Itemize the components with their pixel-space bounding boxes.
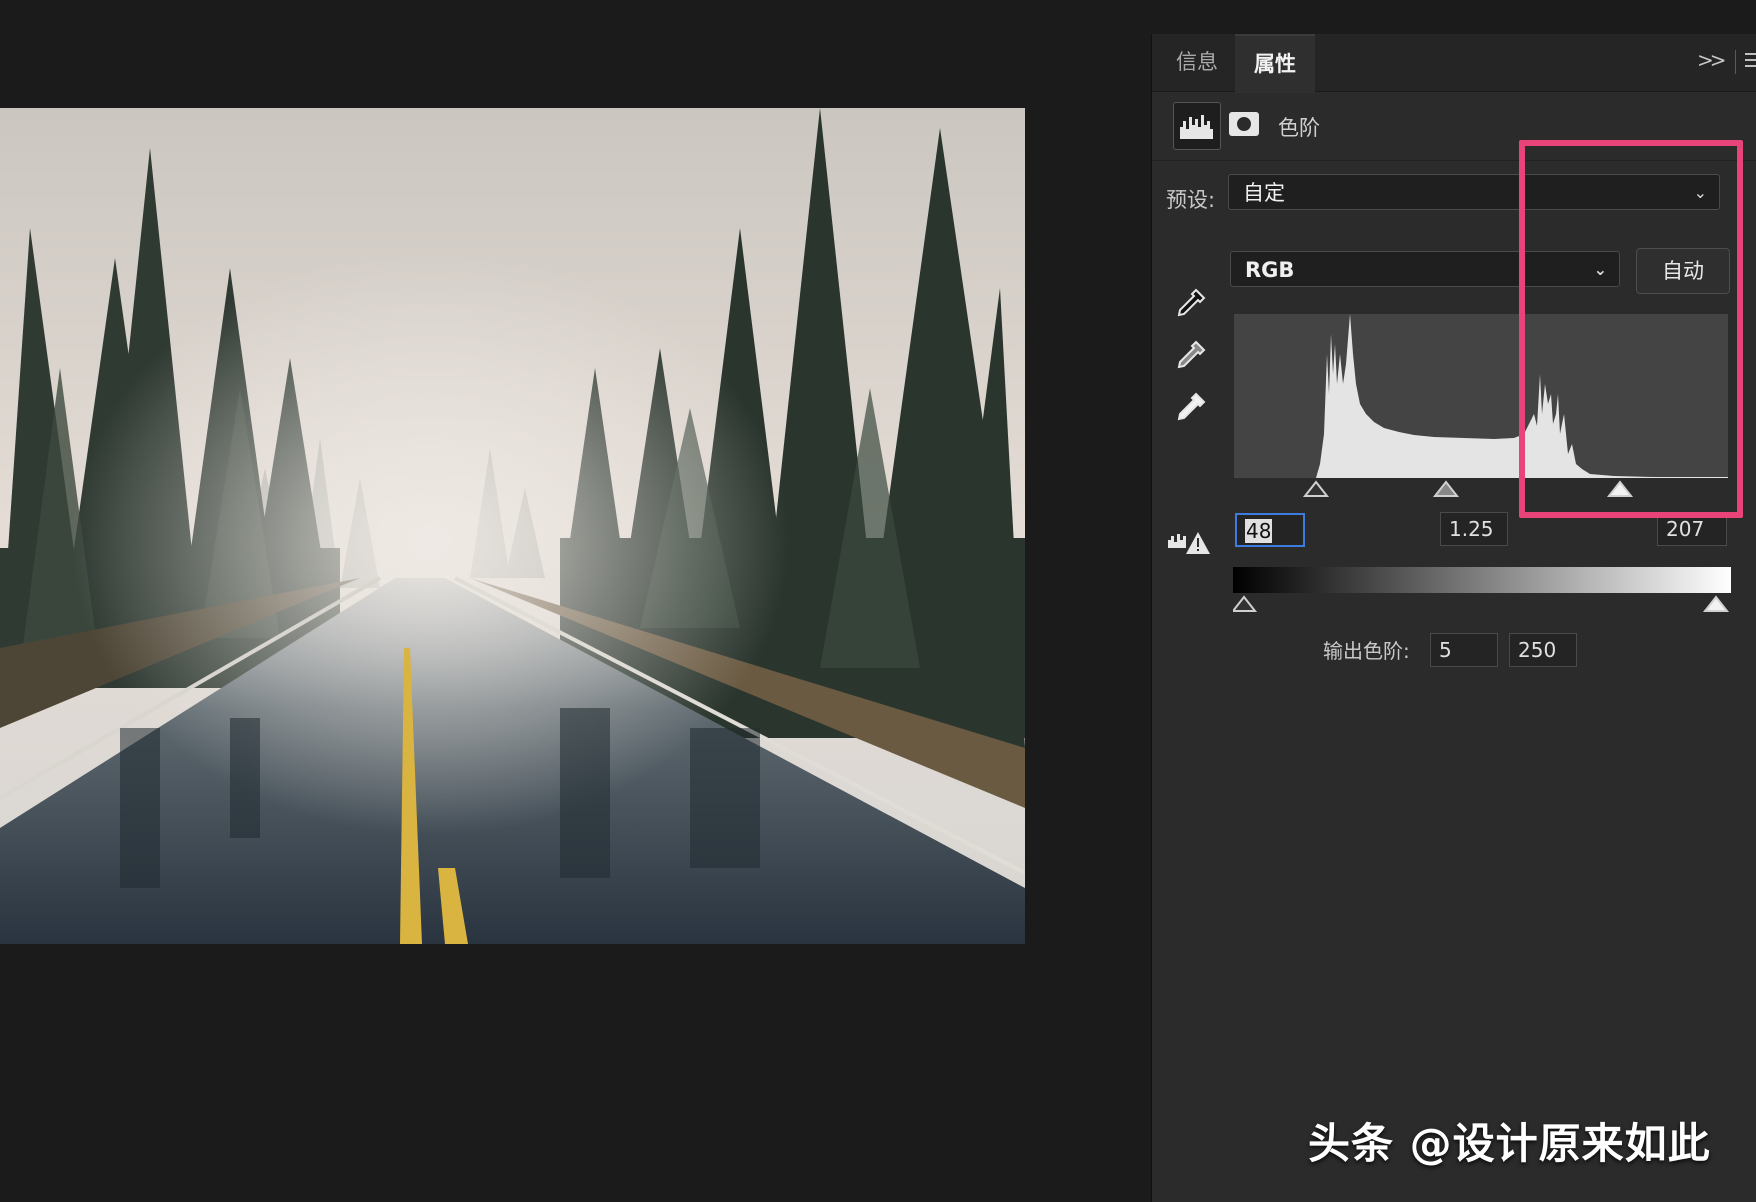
input-black-field[interactable]: 48 bbox=[1235, 513, 1305, 547]
white-output-handle bbox=[1702, 595, 1730, 612]
output-levels-slider[interactable] bbox=[1230, 593, 1731, 617]
input-gamma-field[interactable]: 1.25 bbox=[1440, 512, 1508, 546]
output-high-field[interactable]: 250 bbox=[1509, 633, 1577, 667]
black-point-eyedropper-icon[interactable] bbox=[1174, 286, 1208, 320]
levels-histogram-icon[interactable] bbox=[1173, 102, 1221, 150]
gray-point-eyedropper-icon[interactable] bbox=[1174, 338, 1208, 372]
white-point-eyedropper-icon[interactable] bbox=[1174, 390, 1208, 424]
black-input-handle bbox=[1302, 480, 1330, 497]
document-canvas bbox=[0, 0, 1151, 1202]
channel-value: RGB bbox=[1245, 258, 1295, 282]
gray-input-handle bbox=[1432, 480, 1460, 497]
input-black-value: 48 bbox=[1245, 519, 1273, 543]
adjustment-title: 色阶 bbox=[1278, 116, 1320, 140]
preset-label: 预设: bbox=[1166, 188, 1216, 212]
preset-value: 自定 bbox=[1243, 181, 1285, 205]
output-levels-label: 输出色阶: bbox=[1323, 639, 1410, 663]
divider bbox=[1735, 50, 1736, 74]
tab-info[interactable]: 信息 bbox=[1162, 34, 1232, 91]
output-gradient-bar bbox=[1233, 567, 1731, 593]
clipping-warning-icon[interactable] bbox=[1166, 526, 1214, 560]
panel-tab-bar: 信息 属性 >> bbox=[1152, 34, 1756, 93]
panel-menu-icon[interactable] bbox=[1745, 50, 1756, 72]
annotation-highlight-box bbox=[1519, 140, 1743, 518]
black-output-handle bbox=[1230, 595, 1258, 612]
tab-properties[interactable]: 属性 bbox=[1235, 34, 1315, 93]
layer-mask-icon[interactable] bbox=[1228, 110, 1260, 138]
watermark: 头条 @设计原来如此 bbox=[1308, 1119, 1711, 1168]
output-low-field[interactable]: 5 bbox=[1430, 633, 1498, 667]
rainy-road-photo bbox=[0, 108, 1025, 944]
collapse-chevrons-icon[interactable]: >> bbox=[1697, 48, 1726, 72]
